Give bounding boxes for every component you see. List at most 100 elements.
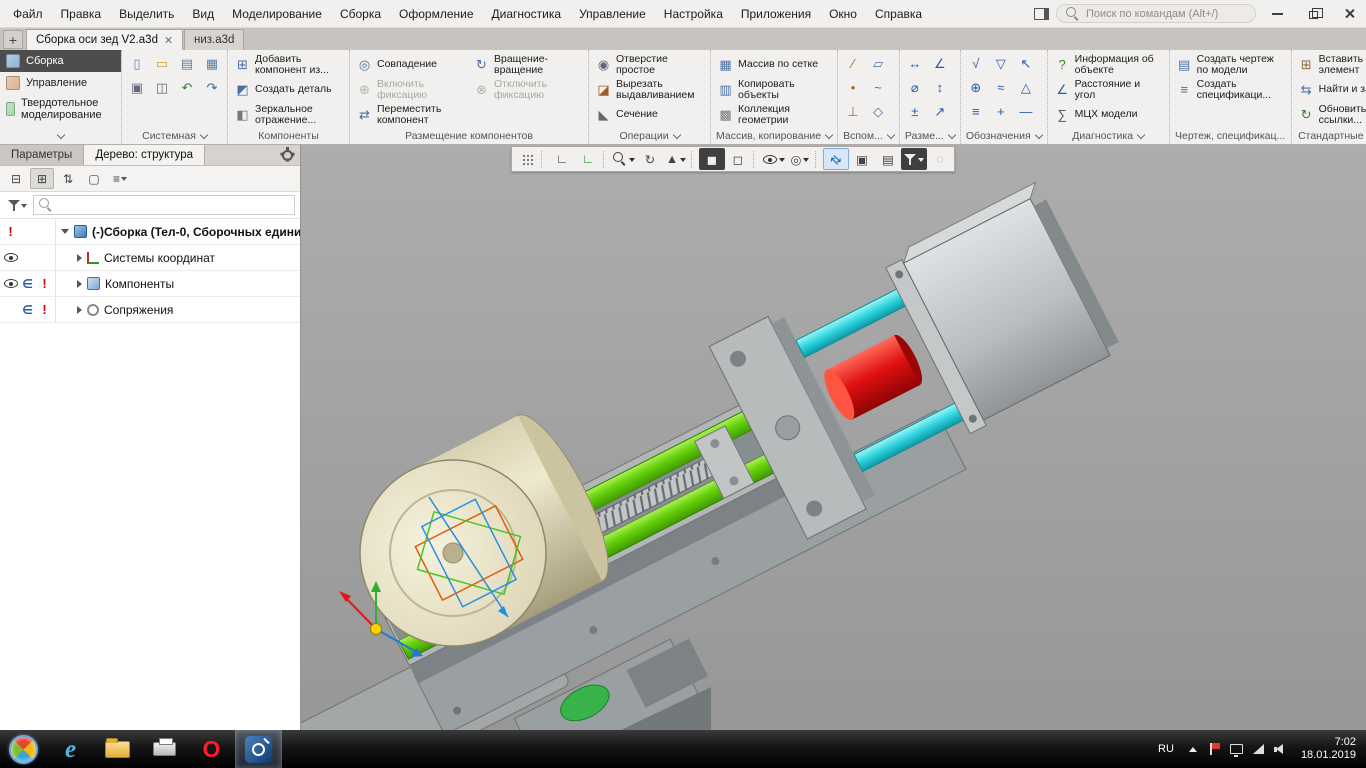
- mode-panel-collapse-button[interactable]: [0, 130, 121, 144]
- enable-fixation-button[interactable]: ⊕ Включить фиксацию: [353, 77, 468, 102]
- position-mark-button[interactable]: △: [1014, 76, 1038, 99]
- chevron-down-icon[interactable]: [199, 130, 209, 140]
- datum-mark-button[interactable]: ▽: [989, 52, 1013, 75]
- language-indicator[interactable]: RU: [1155, 741, 1177, 757]
- tree-search-field[interactable]: [33, 195, 295, 215]
- copy-objects-button[interactable]: ▥ Копировать объекты: [714, 77, 829, 102]
- menu-item-8[interactable]: Управление: [570, 2, 655, 26]
- menu-item-4[interactable]: Моделирование: [223, 2, 331, 26]
- undo-button[interactable]: ↶: [175, 76, 199, 99]
- dim-diameter-button[interactable]: ⌀: [903, 76, 927, 99]
- distance-and-angle-button[interactable]: ∠ Расстояние и угол: [1051, 77, 1166, 102]
- linear-actuator-assembly[interactable]: [301, 180, 1144, 730]
- section-button[interactable]: ◣ Сечение: [592, 102, 707, 127]
- visibility-eye-icon[interactable]: [3, 253, 18, 262]
- tree-node-1[interactable]: Системы координат: [0, 245, 300, 271]
- thread-designation-button[interactable]: ≡: [964, 100, 988, 123]
- create-drawing-from-model-button[interactable]: ▤ Создать чертеж по модели: [1173, 52, 1288, 77]
- expand-arrow-icon[interactable]: [77, 279, 82, 288]
- volume[interactable]: [1274, 742, 1288, 756]
- chevron-down-icon[interactable]: [886, 130, 896, 140]
- grid-array-button[interactable]: ▦ Массив по сетке: [714, 52, 829, 77]
- tab-tree-structure[interactable]: Дерево: структура: [84, 145, 206, 165]
- chevron-down-icon[interactable]: [1034, 130, 1043, 140]
- insert-element-button[interactable]: ⊞ Вставить элемент: [1295, 52, 1366, 77]
- collision-check-button[interactable]: ⇄: [823, 148, 849, 170]
- open-document-button[interactable]: ▭: [150, 52, 174, 75]
- menu-item-9[interactable]: Настройка: [655, 2, 732, 26]
- rebuild-model-button[interactable]: ↻: [637, 148, 663, 170]
- command-search-input[interactable]: [1086, 7, 1246, 20]
- save-all-button[interactable]: ▦: [200, 52, 224, 75]
- add-component-from-file-button[interactable]: ⊞ Добавить компонент из...: [231, 52, 346, 77]
- center-mark-button[interactable]: +: [989, 100, 1013, 123]
- tree-node-0[interactable]: ! (-)Сборка (Тел-0, Сборочных единиц: [0, 219, 300, 245]
- display-status[interactable]: [1230, 742, 1244, 757]
- menu-item-11[interactable]: Окно: [820, 2, 866, 26]
- tree-area-select-button[interactable]: ▢: [82, 168, 106, 189]
- start-button-taskbar-button[interactable]: [0, 730, 47, 768]
- dim-leader-button[interactable]: ↗: [928, 100, 952, 123]
- create-part-button[interactable]: ◩ Создать деталь: [231, 77, 346, 102]
- dim-angular-button[interactable]: ∠: [928, 52, 952, 75]
- zoom-tools-button[interactable]: [611, 148, 637, 170]
- print-manager-taskbar-button[interactable]: [141, 730, 188, 768]
- cut-extrude-button[interactable]: ◪ Вырезать выдавливанием: [592, 77, 707, 102]
- shaded-with-edges-button[interactable]: ◼: [699, 148, 725, 170]
- toolbar-grip-button[interactable]: [513, 148, 539, 170]
- save-document-button[interactable]: ▤: [175, 52, 199, 75]
- minimize-button[interactable]: [1263, 2, 1292, 26]
- chevron-down-icon[interactable]: [1136, 130, 1146, 140]
- expand-arrow-icon[interactable]: [77, 253, 82, 262]
- kompas-3d-taskbar-button[interactable]: [235, 730, 282, 768]
- move-component-button[interactable]: ⇄ Переместить компонент: [353, 102, 468, 127]
- mirror-components-button[interactable]: ◧ Зеркальное отражение...: [231, 102, 346, 127]
- isolate-component-button[interactable]: ▣: [849, 148, 875, 170]
- pick-filter-button[interactable]: ◌: [927, 148, 953, 170]
- menu-item-10[interactable]: Приложения: [732, 2, 820, 26]
- roughness-mark-button[interactable]: √: [964, 52, 988, 75]
- create-specification-button[interactable]: ≡ Создать спецификаци...: [1173, 77, 1288, 102]
- wireframe-display-button[interactable]: ◻: [725, 148, 751, 170]
- opera-browser-taskbar-button[interactable]: O: [188, 730, 235, 768]
- find-and-replace-button[interactable]: ⇆Найти и заменить: [1295, 77, 1366, 102]
- tree-settings-button[interactable]: [274, 145, 300, 165]
- mode-item-2[interactable]: Твердотельное моделирование: [0, 94, 121, 124]
- record-placement-button[interactable]: ∟: [549, 148, 575, 170]
- internet-explorer-taskbar-button[interactable]: e: [47, 730, 94, 768]
- scene-appearance-button[interactable]: ◎: [787, 148, 813, 170]
- restore-button[interactable]: [1299, 2, 1328, 26]
- tree-extra-commands-button[interactable]: ≡: [108, 168, 132, 189]
- command-search[interactable]: [1056, 4, 1256, 23]
- model-report-button[interactable]: ▤: [875, 148, 901, 170]
- tree-node-2[interactable]: ∈! Компоненты: [0, 271, 300, 297]
- chevron-down-icon[interactable]: [824, 130, 834, 140]
- simple-hole-button[interactable]: ◉ Отверстие простое: [592, 52, 707, 77]
- new-document-button[interactable]: ▯: [125, 52, 149, 75]
- aux-local-cs-button[interactable]: ⊥: [841, 100, 865, 123]
- menu-item-2[interactable]: Выделить: [110, 2, 183, 26]
- mate-coincident-button[interactable]: ◎ Совпадение: [353, 52, 468, 77]
- aux-spiral-button[interactable]: ~: [866, 76, 890, 99]
- geometry-collection-button[interactable]: ▩ Коллекция геометрии: [714, 102, 829, 127]
- aux-plane-button[interactable]: ▱: [866, 52, 890, 75]
- tree-structure-view-button[interactable]: ⊞: [30, 168, 54, 189]
- redo-button[interactable]: ↷: [200, 76, 224, 99]
- menu-item-5[interactable]: Сборка: [331, 2, 390, 26]
- mate-rotation-rotation-button[interactable]: ↻ Вращение-вращение: [470, 52, 585, 77]
- axis-designation-button[interactable]: —: [1014, 100, 1038, 123]
- aux-point-button[interactable]: •: [841, 76, 865, 99]
- menu-item-3[interactable]: Вид: [183, 2, 223, 26]
- print-preview-button[interactable]: ◫: [150, 76, 174, 99]
- hide-objects-button[interactable]: [761, 148, 787, 170]
- visibility-eye-icon[interactable]: [3, 279, 18, 288]
- dim-tolerance-button[interactable]: ±: [903, 100, 927, 123]
- tab-close-icon[interactable]: [165, 36, 173, 44]
- orientation-button[interactable]: ▲: [663, 148, 689, 170]
- file-explorer-taskbar-button[interactable]: [94, 730, 141, 768]
- disable-fixation-button[interactable]: ⊗ Отключить фиксацию: [470, 77, 585, 102]
- document-tab-0[interactable]: Сборка оси зед V2.a3d: [26, 29, 183, 50]
- menu-item-0[interactable]: Файл: [4, 2, 52, 26]
- new-document-button[interactable]: +: [3, 30, 23, 49]
- clock[interactable]: 7:02 18.01.2019: [1297, 736, 1356, 762]
